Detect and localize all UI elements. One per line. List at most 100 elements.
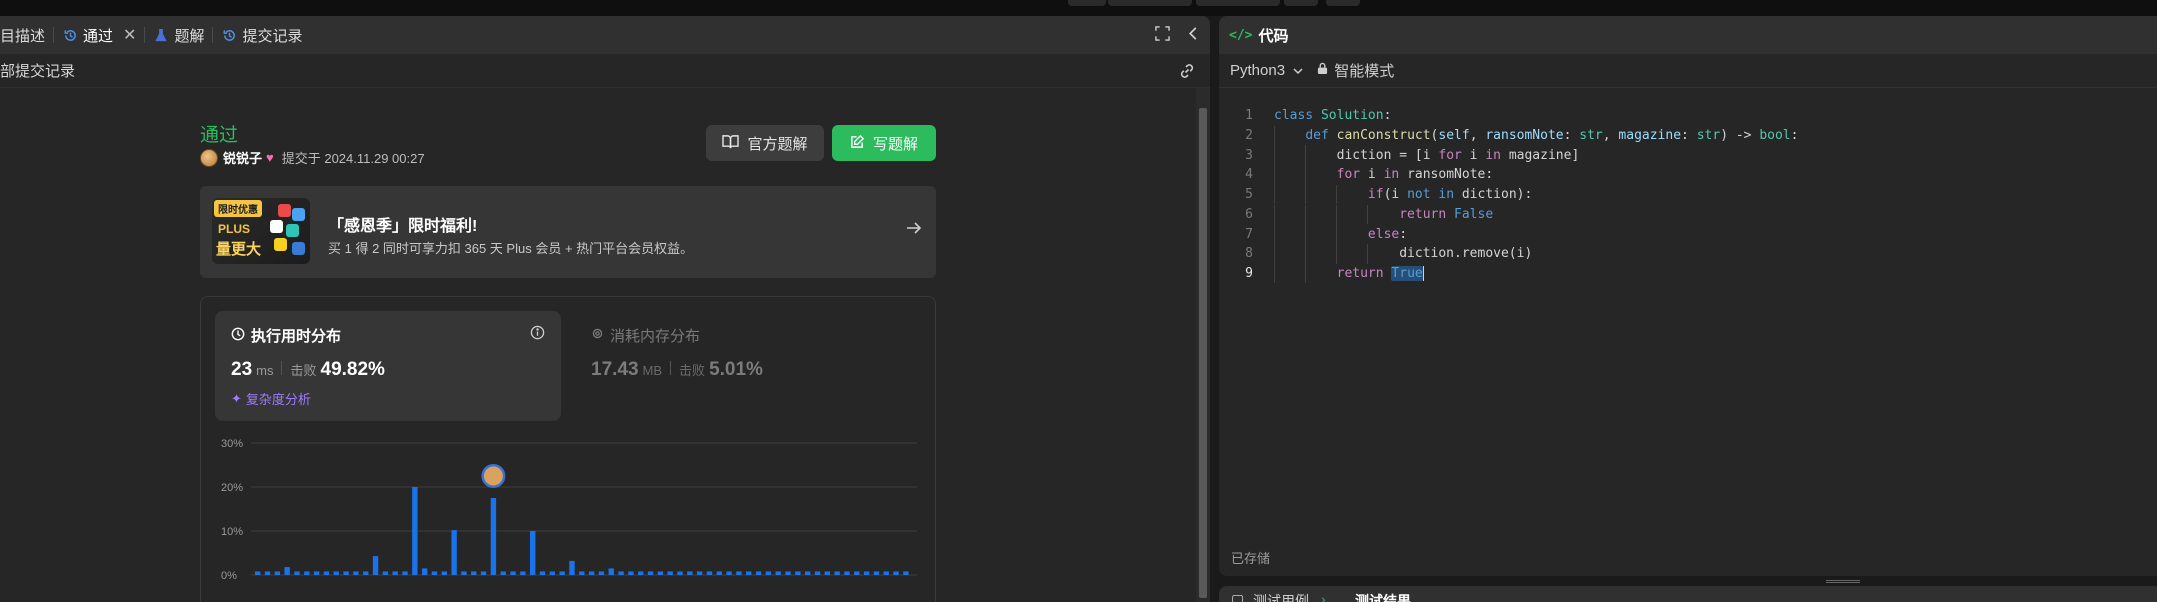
chart-bar[interactable] <box>500 571 506 575</box>
chart-bar[interactable] <box>618 571 624 575</box>
chart-bar[interactable] <box>716 571 722 575</box>
chart-bar[interactable] <box>363 571 369 575</box>
promo-banner[interactable]: 限时优惠 PLUS 量更大 「感恩季」限时福利! 买 1 得 2 同时可享力扣 … <box>200 186 936 278</box>
top-strip-button[interactable] <box>1196 0 1280 6</box>
chart-bar[interactable] <box>598 571 605 575</box>
chart-bar[interactable] <box>431 571 438 575</box>
info-icon[interactable] <box>530 325 545 345</box>
chart-bar[interactable] <box>559 571 565 575</box>
chart-bar[interactable] <box>706 571 713 575</box>
top-strip-button[interactable] <box>1108 0 1192 6</box>
smart-mode-toggle[interactable]: 智能模式 <box>1317 60 1394 81</box>
tab-solutions[interactable]: 题解 <box>145 16 212 54</box>
chart-bar[interactable] <box>480 571 487 575</box>
chart-bar[interactable] <box>284 567 290 575</box>
tab-description[interactable]: 目描述 <box>0 16 53 54</box>
chart-bar[interactable] <box>696 571 703 575</box>
chevron-left-icon[interactable] <box>1188 26 1198 45</box>
chart-bar[interactable] <box>647 571 654 575</box>
chart-bar[interactable] <box>746 571 752 575</box>
chart-bar[interactable] <box>814 571 821 575</box>
chart-bar[interactable] <box>471 571 477 575</box>
chart-bar[interactable] <box>549 571 556 575</box>
chart-bar[interactable] <box>736 571 742 575</box>
chart-bar[interactable] <box>687 571 693 575</box>
chart-bar[interactable] <box>726 571 732 575</box>
runtime-distribution-chart[interactable]: 30% 20% 10% 0% <box>201 429 937 602</box>
resize-handle[interactable] <box>1826 580 1860 583</box>
chart-bar[interactable] <box>873 571 880 575</box>
chart-bar[interactable] <box>883 571 889 575</box>
chart-bar[interactable] <box>824 571 831 575</box>
chart-bar[interactable] <box>402 571 408 575</box>
chart-bar[interactable] <box>854 571 860 575</box>
chart-bar[interactable] <box>392 571 398 575</box>
chart-bar[interactable] <box>579 571 585 575</box>
chart-bar[interactable] <box>608 568 614 575</box>
chart-bar[interactable] <box>333 571 339 575</box>
chart-bar[interactable] <box>372 556 379 575</box>
chart-bar[interactable] <box>451 530 457 575</box>
chart-bar[interactable] <box>863 571 870 575</box>
chart-bar[interactable] <box>628 571 634 575</box>
tab-testcase[interactable]: 测试用例 <box>1253 591 1309 602</box>
chart-bar[interactable] <box>775 571 781 575</box>
close-icon[interactable]: ✕ <box>123 25 136 45</box>
chart-bar[interactable] <box>510 571 516 575</box>
chart-bar[interactable] <box>667 571 673 575</box>
complexity-analysis-link[interactable]: ✦ 复杂度分析 <box>231 389 311 408</box>
top-strip-button[interactable] <box>1326 0 1360 6</box>
username[interactable]: 锐锐子 <box>223 148 262 167</box>
runtime-box[interactable]: 执行用时分布 23 ms 击败 49.82% ✦ 复杂度分析 <box>215 311 561 421</box>
chart-bar[interactable] <box>255 571 261 575</box>
chart-bar[interactable] <box>461 571 467 575</box>
chart-bar[interactable] <box>421 568 428 575</box>
chart-bar[interactable] <box>323 571 330 575</box>
chart-bar[interactable] <box>755 571 762 575</box>
avatar[interactable] <box>200 148 218 167</box>
chart-bar[interactable] <box>677 571 683 575</box>
arrow-right-icon[interactable] <box>906 220 922 241</box>
chart-bar[interactable] <box>657 571 664 575</box>
chart-bar[interactable] <box>382 571 389 575</box>
chart-bar[interactable] <box>844 571 850 575</box>
chart-bar[interactable] <box>903 571 909 575</box>
top-strip-button[interactable] <box>1284 0 1318 6</box>
tab-accepted[interactable]: 通过 ✕ <box>54 16 144 54</box>
chart-bar[interactable] <box>638 571 644 575</box>
chart-bar[interactable] <box>539 571 546 575</box>
top-strip-button[interactable] <box>1068 0 1106 6</box>
chart-bar[interactable] <box>264 571 271 575</box>
chart-bar[interactable] <box>313 571 320 575</box>
chart-bar[interactable] <box>569 560 575 575</box>
scrollbar-thumb[interactable] <box>1199 108 1207 598</box>
code-tab-title[interactable]: 代码 <box>1258 25 1288 46</box>
all-submissions-link[interactable]: 部提交记录 <box>0 60 75 81</box>
code-editor[interactable]: 1 class Solution: 2 def canConstruct(sel… <box>1219 96 2157 536</box>
write-solution-button[interactable]: 写题解 <box>832 125 936 161</box>
chart-bar[interactable] <box>804 571 811 575</box>
chart-bar[interactable] <box>294 571 300 575</box>
tab-test-result[interactable]: 测试结果 <box>1355 591 1411 602</box>
chart-bar[interactable] <box>529 531 536 575</box>
fullscreen-icon[interactable] <box>1155 25 1170 45</box>
chart-bar[interactable] <box>834 571 840 575</box>
scrollbar[interactable] <box>1196 88 1210 602</box>
chart-bar[interactable] <box>274 571 281 575</box>
language-select[interactable]: Python3 <box>1230 62 1303 79</box>
chart-bar[interactable] <box>304 571 310 575</box>
chart-bar[interactable] <box>353 571 359 575</box>
link-icon[interactable] <box>1178 62 1196 84</box>
official-solution-button[interactable]: 官方题解 <box>706 125 824 161</box>
chart-bar[interactable] <box>441 571 447 575</box>
chart-bar[interactable] <box>893 571 899 575</box>
tab-submissions[interactable]: 提交记录 <box>213 16 310 54</box>
chart-bar[interactable] <box>795 571 801 575</box>
chart-bar[interactable] <box>520 571 526 575</box>
chart-bar[interactable] <box>490 498 497 575</box>
chart-bar[interactable] <box>412 487 418 575</box>
memory-title[interactable]: 消耗内存分布 <box>591 325 700 346</box>
chart-bar[interactable] <box>785 571 791 575</box>
chart-bar[interactable] <box>588 571 595 575</box>
chart-bar[interactable] <box>343 571 349 575</box>
